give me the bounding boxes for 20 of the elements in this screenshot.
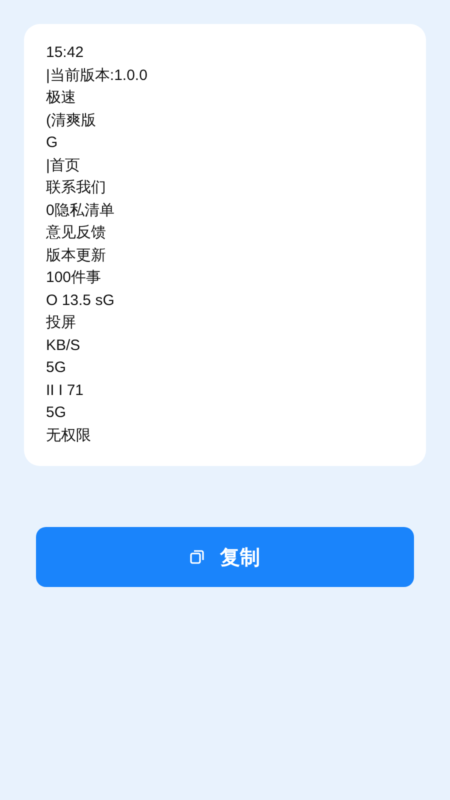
result-text-line: 5G [46,403,68,423]
result-text-line: 无权限 [46,426,92,446]
result-text-line: G [46,133,59,153]
result-text-line: 5G [46,358,68,378]
result-text-line: 极速 [46,88,77,108]
result-text-line: |当前版本:1.0.0 [46,66,148,86]
result-text-line: O 13.5 sG [46,290,116,310]
result-text-line: 15:42 [46,43,85,63]
result-text-line: 100件事 [46,268,102,288]
result-text-line: |首页 [46,156,81,176]
result-text-line: 联系我们 [46,178,107,198]
result-text-line: KB/S [46,336,82,356]
result-text-line: (清爽版 [46,110,97,130]
copy-button[interactable]: 复制 [36,527,414,587]
copy-icon [190,550,204,564]
result-text-line: 投屏 [46,313,77,333]
result-text-line: 意见反馈 [46,223,107,243]
result-text-line: 版本更新 [46,246,107,266]
result-text-line: II I 71 [46,380,85,400]
result-text-line: 0隐私清单 [46,200,116,220]
